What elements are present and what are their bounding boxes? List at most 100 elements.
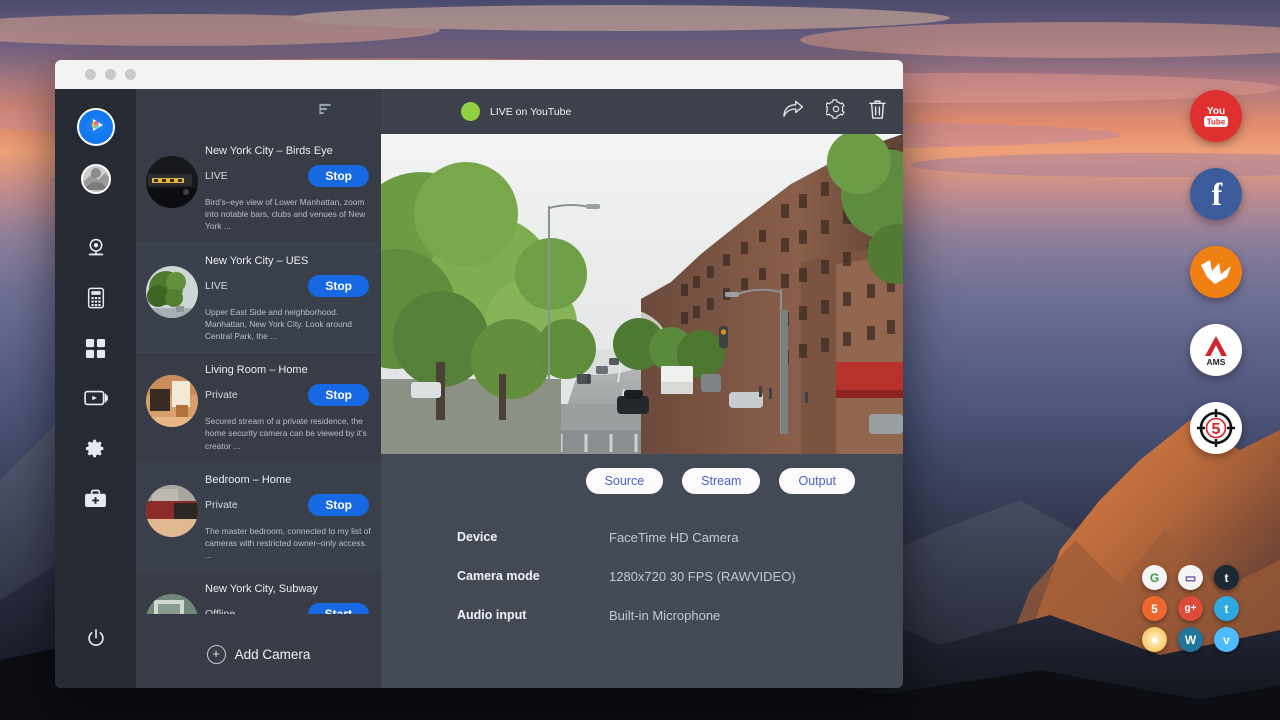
googleplus-mini-icon[interactable]: g+: [1178, 596, 1203, 621]
camera-list-item[interactable]: Bedroom – Home Private Stop The master b…: [136, 463, 381, 573]
camera-thumbnail: [146, 266, 198, 318]
tv-video-icon: [84, 388, 108, 408]
tab-pill-row: Source Stream Output: [381, 454, 903, 494]
camera-description: Secured stream of a private residence, t…: [205, 415, 373, 452]
camera-title: New York City – Birds Eye: [205, 145, 373, 157]
svg-text:5: 5: [1212, 421, 1221, 438]
youtube-dock-icon[interactable]: You Tube: [1190, 90, 1242, 142]
wowza-dock-icon[interactable]: [1190, 246, 1242, 298]
trash-icon[interactable]: [868, 99, 887, 125]
power-icon: [86, 628, 106, 648]
adobe-ams-dock-icon[interactable]: AMS: [1190, 324, 1242, 376]
sidebar-rail: [55, 89, 136, 688]
detail-row-audio-input: Audio input Built-in Microphone: [457, 608, 903, 623]
camera-description: Bird's–eye view of Lower Manhattan, zoom…: [205, 196, 373, 233]
sidebar-item-apps[interactable]: [76, 328, 116, 368]
sidebar-item-device[interactable]: [76, 278, 116, 318]
detail-row-camera-mode: Camera mode 1280x720 30 FPS (RAWVIDEO): [457, 569, 903, 584]
camera-list-header: [136, 89, 381, 134]
app-window: New York City – Birds Eye LIVE Stop Bird…: [55, 60, 903, 688]
camera-list-item[interactable]: Living Room – Home Private Stop Secured …: [136, 353, 381, 463]
sidebar-item-user-avatar[interactable]: [81, 164, 111, 194]
camera-title: Bedroom – Home: [205, 474, 373, 486]
facebook-dock-icon[interactable]: f: [1190, 168, 1242, 220]
plus-circle-icon: +: [207, 645, 226, 664]
detail-value: 1280x720 30 FPS (RAWVIDEO): [609, 569, 796, 584]
camera-thumbnail: [146, 156, 198, 208]
grid-icon: [85, 338, 106, 359]
svg-text:Tube: Tube: [1207, 118, 1226, 127]
share-icon[interactable]: [782, 100, 804, 123]
sidebar-item-settings[interactable]: [76, 428, 116, 468]
window-close-button[interactable]: [85, 69, 96, 80]
desktop-mini-dock: G ▭ t 5 g+ t ● W v: [1142, 565, 1250, 652]
camera-state: Private: [205, 389, 238, 401]
sun-mini-icon[interactable]: ●: [1142, 627, 1167, 652]
detail-label: Camera mode: [457, 569, 609, 584]
source-details: Device FaceTime HD Camera Camera mode 12…: [381, 494, 903, 647]
red5-dock-icon[interactable]: 5: [1190, 402, 1242, 454]
camera-state: Offline: [205, 608, 235, 614]
svg-text:f: f: [1212, 177, 1223, 211]
video-preview-frame: [381, 134, 903, 454]
svg-text:You: You: [1207, 106, 1225, 117]
sidebar-item-support[interactable]: [76, 478, 116, 518]
main-toolbar: LIVE on YouTube: [381, 89, 903, 134]
window-maximize-button[interactable]: [125, 69, 136, 80]
add-camera-label: Add Camera: [235, 647, 311, 662]
live-status-label: LIVE on YouTube: [490, 106, 571, 118]
camera-action-button[interactable]: Stop: [308, 165, 369, 187]
gear-icon[interactable]: [826, 99, 846, 124]
tab-output[interactable]: Output: [779, 468, 855, 494]
detail-row-device: Device FaceTime HD Camera: [457, 530, 903, 545]
camera-list-item[interactable]: New York City – Birds Eye LIVE Stop Bird…: [136, 134, 381, 244]
detail-label: Audio input: [457, 608, 609, 623]
camera-state: LIVE: [205, 170, 228, 182]
play-logo-icon: [86, 115, 106, 140]
main-pane: LIVE on YouTube: [381, 89, 903, 688]
first-aid-kit-icon: [84, 489, 107, 508]
add-camera-button[interactable]: + Add Camera: [136, 620, 381, 688]
camera-list-item[interactable]: New York City, Subway Offline Start New …: [136, 572, 381, 614]
wordpress-mini-icon[interactable]: W: [1178, 627, 1203, 652]
window-titlebar: [55, 60, 903, 89]
camera-action-button[interactable]: Stop: [308, 384, 369, 406]
camera-list[interactable]: New York City – Birds Eye LIVE Stop Bird…: [136, 134, 381, 614]
vimeo-mini-icon[interactable]: v: [1214, 627, 1239, 652]
live-status: LIVE on YouTube: [461, 102, 571, 121]
gnome-mini-icon[interactable]: G: [1142, 565, 1167, 590]
camera-state: Private: [205, 499, 238, 511]
sidebar-item-broadcast[interactable]: [76, 378, 116, 418]
camera-list-item[interactable]: New York City – UES LIVE Stop Upper East…: [136, 244, 381, 354]
red5-mini-icon[interactable]: 5: [1142, 596, 1167, 621]
desktop-dock: You Tube f AMS 5: [1190, 90, 1242, 480]
sort-filter-icon[interactable]: [318, 102, 333, 122]
gear-icon: [85, 438, 106, 459]
tab-stream[interactable]: Stream: [682, 468, 760, 494]
sidebar-item-cameras[interactable]: [76, 228, 116, 268]
camera-title: New York City, Subway: [205, 583, 373, 595]
camera-action-button[interactable]: Stop: [308, 494, 369, 516]
twitch-mini-icon[interactable]: ▭: [1178, 565, 1203, 590]
sidebar-item-app-logo[interactable]: [77, 108, 115, 146]
camera-description: The master bedroom, connected to my list…: [205, 525, 373, 562]
camera-description: Upper East Side and neighborhood. Manhat…: [205, 306, 373, 343]
camera-thumbnail: [146, 375, 198, 427]
window-minimize-button[interactable]: [105, 69, 116, 80]
sidebar-item-power[interactable]: [76, 618, 116, 658]
camera-action-button[interactable]: Start: [308, 603, 369, 614]
detail-label: Device: [457, 530, 609, 545]
twitter-mini-icon[interactable]: t: [1214, 596, 1239, 621]
tumblr-mini-icon[interactable]: t: [1214, 565, 1239, 590]
camera-list-panel: New York City – Birds Eye LIVE Stop Bird…: [136, 89, 381, 688]
svg-text:AMS: AMS: [1207, 357, 1226, 367]
camera-action-button[interactable]: Stop: [308, 275, 369, 297]
camera-thumbnail: [146, 594, 198, 614]
detail-value: FaceTime HD Camera: [609, 530, 739, 545]
camera-state: LIVE: [205, 280, 228, 292]
camera-thumbnail: [146, 485, 198, 537]
tab-source[interactable]: Source: [586, 468, 664, 494]
camera-title: Living Room – Home: [205, 364, 373, 376]
live-status-dot: [461, 102, 480, 121]
video-preview[interactable]: [381, 134, 903, 454]
